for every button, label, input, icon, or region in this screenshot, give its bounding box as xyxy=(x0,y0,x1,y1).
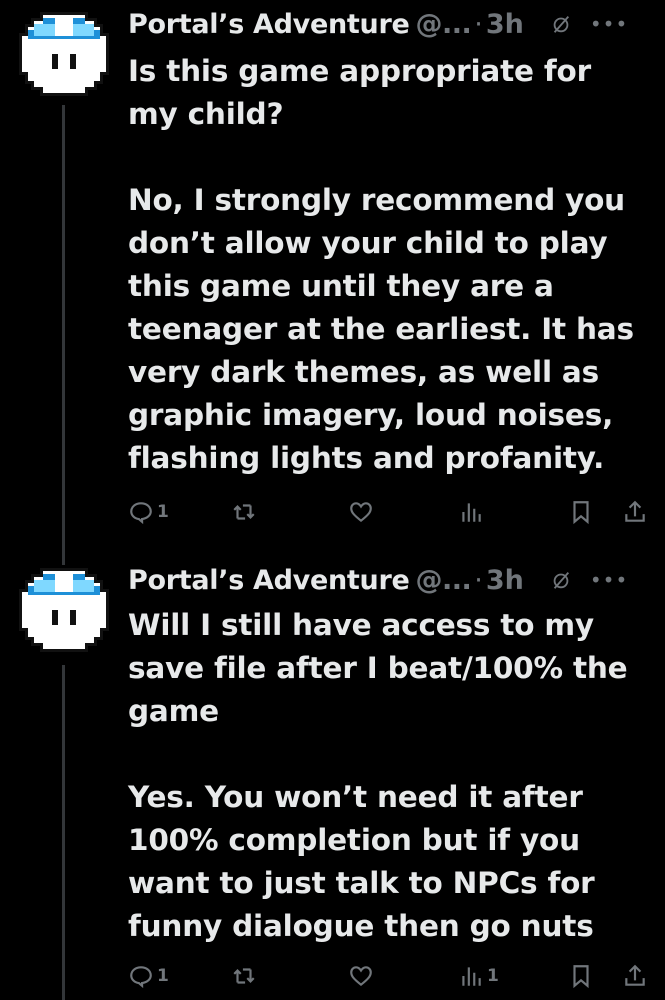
reply-button[interactable]: 1 xyxy=(128,958,169,994)
author-name[interactable]: Portal’s Adventure xyxy=(128,9,410,40)
bookmark-button[interactable] xyxy=(568,494,594,530)
like-button[interactable] xyxy=(348,494,377,530)
repost-button[interactable] xyxy=(231,494,260,530)
heart-icon xyxy=(350,502,372,523)
post-header: Portal’s Adventure @... · 3h ••• xyxy=(128,558,665,602)
grok-icon[interactable] xyxy=(550,13,572,35)
views-icon xyxy=(462,967,481,986)
separator-dot: · xyxy=(474,8,483,40)
post-text: Is this game appropriate for my child? N… xyxy=(128,54,634,475)
post-text: Will I still have access to my save file… xyxy=(128,608,628,943)
more-icon[interactable]: ••• xyxy=(590,568,628,592)
post[interactable]: Portal’s Adventure @... · 3h ••• Will I … xyxy=(0,556,665,1000)
reply-icon xyxy=(130,502,152,525)
reply-button[interactable]: 1 xyxy=(128,494,169,530)
like-button[interactable] xyxy=(348,958,377,994)
repost-icon xyxy=(233,504,255,520)
grok-icon[interactable] xyxy=(550,569,572,591)
author-name[interactable]: Portal’s Adventure xyxy=(128,565,410,596)
more-icon[interactable]: ••• xyxy=(590,12,628,36)
author-handle[interactable]: @... xyxy=(415,565,471,596)
timestamp[interactable]: 3h xyxy=(486,9,524,40)
separator-dot: · xyxy=(474,564,483,596)
views-icon xyxy=(462,503,481,522)
reply-count: 1 xyxy=(157,966,169,986)
bookmark-icon xyxy=(573,965,589,989)
avatar[interactable] xyxy=(13,0,115,102)
bookmark-icon xyxy=(573,501,589,525)
post-header: Portal’s Adventure @... · 3h ••• xyxy=(128,2,665,46)
share-button[interactable] xyxy=(622,958,648,994)
post[interactable]: Portal’s Adventure @... · 3h ••• Is this… xyxy=(0,0,665,550)
timestamp[interactable]: 3h xyxy=(486,565,524,596)
action-bar: 1 1 xyxy=(128,958,650,994)
avatar[interactable] xyxy=(13,556,115,658)
views-button[interactable] xyxy=(458,494,487,530)
share-button[interactable] xyxy=(622,494,648,530)
action-bar: 1 xyxy=(128,494,650,530)
reply-count: 1 xyxy=(157,502,169,522)
share-icon xyxy=(625,500,645,522)
heart-icon xyxy=(350,966,372,987)
repost-icon xyxy=(233,968,255,984)
reply-icon xyxy=(130,966,152,989)
share-icon xyxy=(625,964,645,986)
repost-button[interactable] xyxy=(231,958,260,994)
author-handle[interactable]: @... xyxy=(415,9,471,40)
views-button[interactable]: 1 xyxy=(458,958,499,994)
bookmark-button[interactable] xyxy=(568,958,594,994)
views-count: 1 xyxy=(487,966,499,986)
